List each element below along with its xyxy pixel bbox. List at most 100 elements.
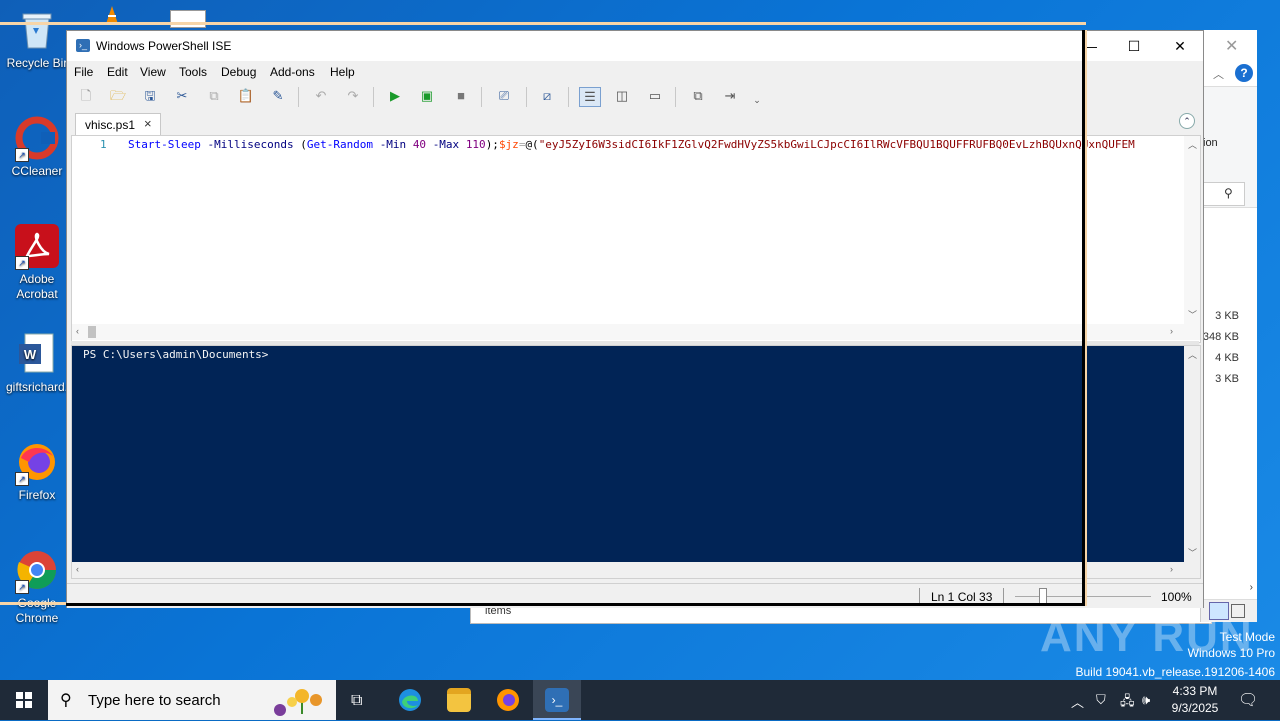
horizontal-scroll-thumb[interactable] <box>88 326 96 338</box>
powershell-icon: ›_ <box>76 39 90 52</box>
code-token-str: "eyJ5ZyI6W3sidCI6IkF1ZGlvQ2FwdHVyZS5kbGw… <box>538 138 1135 151</box>
overlay-frame-bottom <box>66 603 1085 606</box>
redo-icon[interactable]: ↷ <box>343 87 363 105</box>
menu-tools[interactable]: Tools <box>179 65 207 79</box>
toolbar-divider <box>675 87 676 107</box>
new-remote-tab-icon[interactable]: ⎚ <box>494 87 514 105</box>
script-editor[interactable]: 1 Start-Sleep -Milliseconds (Get-Random … <box>71 135 1201 343</box>
powershell-ise-icon: ›_ <box>545 688 569 712</box>
shortcut-arrow-icon: ↗ <box>15 472 29 486</box>
windows-logo-icon <box>16 692 32 708</box>
taskbar-file-explorer[interactable] <box>435 680 483 720</box>
menu-view[interactable]: View <box>140 65 166 79</box>
powershell-ise-window[interactable]: ›_ Windows PowerShell ISE — ☐ ✕ File Edi… <box>66 30 1204 608</box>
layout-script-max-icon[interactable]: ▭ <box>645 87 665 105</box>
show-command-addon-icon[interactable]: ⇥ <box>720 87 740 105</box>
code-token-plain: ); <box>485 138 499 151</box>
menu-edit[interactable]: Edit <box>107 65 128 79</box>
desktop-icon-ccleaner[interactable]: ↗ CCleaner <box>0 116 74 179</box>
cut-icon[interactable]: ✂ <box>172 87 192 105</box>
chrome-icon: ↗ <box>15 548 59 594</box>
menu-file[interactable]: File <box>74 65 93 79</box>
overlay-frame-right-highlight <box>1085 30 1087 606</box>
editor-horizontal-scrollbar[interactable]: ‹ › <box>72 324 1200 340</box>
desktop-icon-firefox[interactable]: ↗ Firefox <box>0 440 74 503</box>
console-horizontal-scrollbar[interactable]: ‹ › <box>72 562 1200 578</box>
desktop-icon-adobe-acrobat[interactable]: ↗ Adobe Acrobat <box>0 224 74 302</box>
maximize-button[interactable]: ☐ <box>1111 31 1157 61</box>
help-icon[interactable]: ? <box>1235 64 1253 82</box>
menu-help[interactable]: Help <box>330 65 355 79</box>
close-icon[interactable]: ✕ <box>1225 36 1238 56</box>
undo-icon[interactable]: ↶ <box>311 87 331 105</box>
close-button[interactable]: ✕ <box>1157 31 1203 61</box>
shortcut-arrow-icon: ↗ <box>15 580 29 594</box>
scroll-right-arrow[interactable]: › <box>1170 564 1173 574</box>
desktop-icon-recycle-bin[interactable]: Recycle Bir <box>0 8 74 71</box>
scroll-down-arrow[interactable]: ﹀ <box>1188 308 1197 321</box>
taskbar-edge[interactable] <box>386 680 434 720</box>
code-token-cmd: Get-Random <box>306 138 374 151</box>
copy-icon[interactable]: ⧉ <box>204 87 224 105</box>
tab-vhisc-ps1[interactable]: vhisc.ps1 × <box>75 113 161 136</box>
toolbar-overflow-icon[interactable]: ⌄ <box>747 91 767 109</box>
paste-icon[interactable]: 📋 <box>236 87 256 105</box>
scroll-up-arrow[interactable]: ︿ <box>1188 138 1197 151</box>
recycle-bin-icon <box>15 8 59 52</box>
new-file-icon[interactable]: 🗋 <box>76 87 96 105</box>
save-icon[interactable]: 🖫 <box>140 87 160 105</box>
title-bar[interactable]: ›_ Windows PowerShell ISE — ☐ ✕ <box>67 31 1203 61</box>
ccleaner-icon: ↗ <box>15 116 59 162</box>
scroll-down-arrow[interactable]: ﹀ <box>1188 546 1197 559</box>
scroll-right-arrow[interactable]: › <box>1170 326 1173 336</box>
security-icon[interactable]: ⛉ <box>1096 692 1106 708</box>
show-hidden-icons-chevron-icon[interactable]: ︿ <box>1071 692 1084 711</box>
scroll-right-arrow[interactable]: › <box>1250 582 1253 593</box>
desktop-icon-label-line1: Adobe <box>19 272 55 286</box>
background-explorer-window[interactable]: ✕ ︿ ? ion ⚲ 3 KB 348 KB 4 KB 3 KB › <box>1200 30 1257 622</box>
start-button[interactable] <box>0 680 48 720</box>
task-view-button[interactable]: ⧉ <box>336 680 384 720</box>
editor-vertical-scrollbar[interactable]: ︿ ﹀ <box>1184 136 1200 324</box>
menu-add-ons[interactable]: Add-ons <box>270 65 315 79</box>
layout-script-right-icon[interactable]: ◫ <box>612 87 632 105</box>
test-mode-text: Test Mode <box>1219 630 1275 644</box>
code-line[interactable]: Start-Sleep -Milliseconds (Get-Random -M… <box>128 138 1182 151</box>
scroll-up-arrow[interactable]: ︿ <box>1188 348 1197 361</box>
desktop-icon-word-document[interactable]: W giftsrichard. <box>0 332 74 395</box>
file-size: 4 KB <box>1215 352 1239 364</box>
scroll-left-arrow[interactable]: ‹ <box>76 326 79 336</box>
taskbar-search-box[interactable]: ⚲ Type here to search <box>48 680 336 720</box>
volume-icon[interactable]: 🕪 <box>1142 692 1150 708</box>
console-vertical-scrollbar[interactable]: ︿ ﹀ <box>1184 346 1200 562</box>
layout-script-top-icon[interactable]: ☰ <box>579 87 601 107</box>
menu-debug[interactable]: Debug <box>221 65 256 79</box>
console-pane[interactable]: PS C:\Users\admin\Documents> ︿ ﹀ ‹ › <box>71 345 1201 579</box>
taskbar-powershell-ise[interactable]: ›_ <box>533 680 581 720</box>
network-icon[interactable]: 🖧 <box>1120 692 1135 714</box>
show-command-window-icon[interactable]: ⧉ <box>688 87 708 105</box>
minimize-button[interactable]: — <box>1067 31 1113 61</box>
desktop-icon-google-chrome[interactable]: ↗ Google Chrome <box>0 548 74 626</box>
run-selection-icon[interactable]: ▣ <box>417 87 437 105</box>
zoom-slider-thumb[interactable] <box>1039 588 1048 604</box>
desktop-icon-label: Firefox <box>18 488 56 502</box>
collapse-script-pane-icon[interactable]: ⌃ <box>1179 113 1195 129</box>
system-clock[interactable]: 4:33 PM 9/3/2025 <box>1160 683 1230 717</box>
open-folder-icon[interactable]: 🗁 <box>108 87 128 105</box>
chevron-up-icon[interactable]: ︿ <box>1213 66 1224 82</box>
scroll-left-arrow[interactable]: ‹ <box>76 564 79 574</box>
stop-icon[interactable]: ■ <box>451 87 471 105</box>
toolbar: 🗋 🗁 🖫 ✂ ⧉ 📋 ✎ ↶ ↷ ▶ ▣ ■ ⎚ ⧄ ☰ ◫ ▭ ⧉ ⇥ ⌄ <box>67 83 1203 111</box>
action-center-icon[interactable]: 🗨 <box>1238 690 1258 710</box>
code-token-param: -Milliseconds <box>207 138 294 151</box>
close-tab-icon[interactable]: × <box>144 116 152 131</box>
run-script-icon[interactable]: ▶ <box>385 87 405 105</box>
clear-console-icon[interactable]: ✎ <box>268 87 288 105</box>
drive-icon[interactable] <box>170 10 206 28</box>
search-input[interactable]: ⚲ <box>1201 182 1245 206</box>
menu-bar: File Edit View Tools Debug Add-ons Help <box>67 61 1203 83</box>
taskbar-firefox[interactable] <box>484 680 532 720</box>
start-powershell-icon[interactable]: ⧄ <box>537 87 557 105</box>
